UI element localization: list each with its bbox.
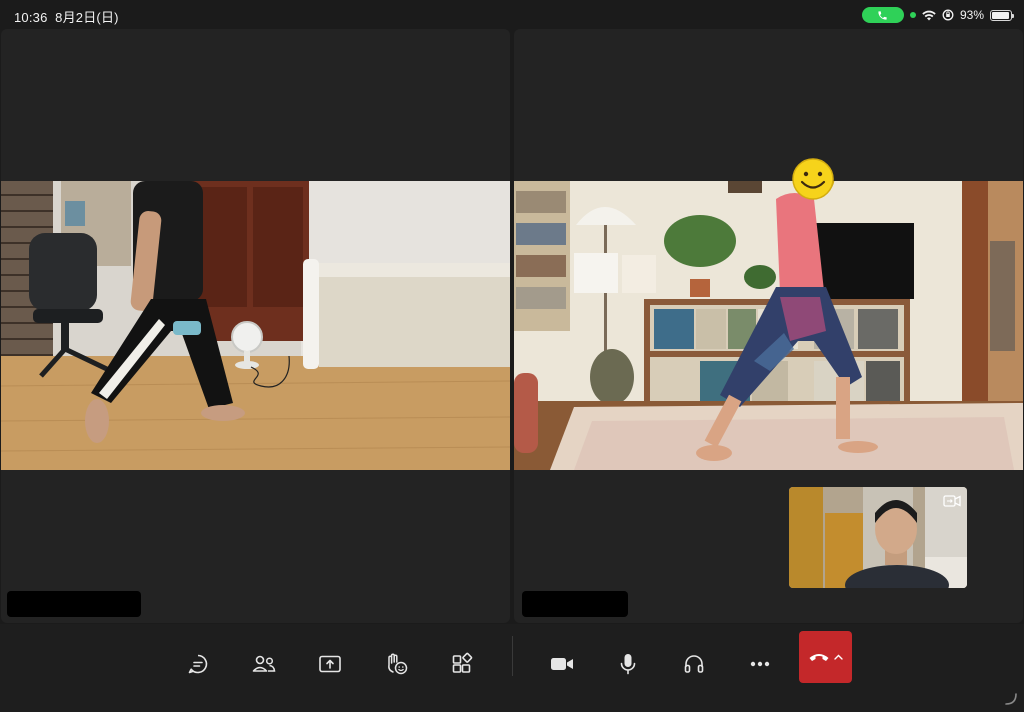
status-right: 93% — [861, 6, 1014, 24]
status-time: 10:36 8月2日(日) — [14, 7, 119, 26]
orientation-lock-icon — [942, 9, 954, 21]
reactions-icon — [388, 653, 408, 675]
participant-name-redacted — [7, 591, 141, 617]
share-screen-icon — [319, 655, 341, 673]
toolbar-divider — [512, 636, 513, 676]
call-toolbar — [0, 624, 1024, 712]
time-text: 10:36 — [14, 10, 48, 25]
phone-icon — [878, 10, 888, 20]
wifi-icon — [922, 10, 936, 20]
participant-name-redacted — [522, 591, 628, 617]
more-icon — [750, 661, 770, 667]
people-button[interactable] — [242, 642, 286, 686]
audio-button[interactable] — [672, 642, 716, 686]
chat-button[interactable] — [176, 642, 220, 686]
battery-fill — [992, 11, 1009, 19]
smiley-face-icon — [792, 158, 834, 200]
mic-in-use-dot — [909, 12, 916, 18]
participant-video-right — [514, 181, 1023, 470]
hang-up-icon — [809, 654, 829, 661]
date-text: 8月2日(日) — [55, 10, 119, 25]
leave-call-button[interactable] — [799, 631, 852, 683]
chat-icon — [188, 654, 208, 674]
participant-video-left — [1, 181, 510, 470]
chevron-up-icon[interactable] — [834, 654, 843, 660]
camera-button[interactable] — [540, 642, 584, 686]
microphone-button[interactable] — [606, 642, 650, 686]
self-view[interactable] — [789, 487, 967, 588]
battery-icon — [990, 9, 1014, 21]
participant-tile-left[interactable] — [1, 29, 510, 623]
people-icon — [252, 655, 276, 672]
share-screen-button[interactable] — [308, 642, 352, 686]
battery-percent: 93% — [959, 8, 984, 22]
switch-camera-icon[interactable] — [943, 494, 961, 510]
self-view-video — [789, 487, 967, 588]
apps-button[interactable] — [440, 642, 484, 686]
status-bar: 10:36 8月2日(日) 93% — [0, 0, 1024, 30]
camera-icon — [551, 658, 573, 670]
microphone-icon — [620, 654, 636, 675]
more-options-button[interactable] — [738, 642, 782, 686]
apps-icon — [452, 652, 473, 673]
headset-icon — [684, 655, 704, 673]
active-call-pill[interactable] — [861, 7, 904, 23]
reactions-button[interactable] — [374, 642, 418, 686]
resize-handle-icon[interactable] — [1004, 692, 1018, 706]
